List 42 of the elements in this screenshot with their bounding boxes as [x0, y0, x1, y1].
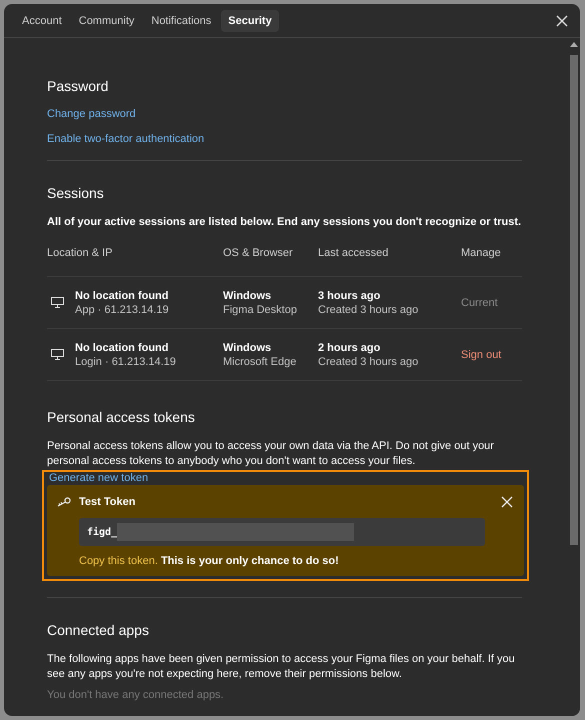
close-icon[interactable]	[500, 495, 514, 509]
section-heading: Password	[47, 78, 110, 94]
tab[interactable]: Notifications	[144, 10, 218, 32]
source-text: Login · 61.213.14.19	[75, 356, 176, 368]
monitor-icon	[51, 297, 64, 308]
last-accessed-text: 2 hours ago	[318, 342, 382, 354]
scroll-up-icon[interactable]	[570, 42, 578, 47]
created-text: Created 3 hours ago	[318, 304, 420, 316]
key-icon	[57, 497, 71, 507]
os-text: Windows	[223, 342, 272, 354]
section-heading: Connected apps	[47, 622, 150, 638]
column-header: Location & IP	[47, 247, 114, 259]
browser-text: Figma Desktop	[223, 304, 298, 316]
link[interactable]: Change password	[47, 108, 136, 120]
source-text: App · 61.213.14.19	[75, 304, 169, 316]
scrollbar-thumb[interactable]	[570, 55, 578, 545]
token-name: Test Token	[79, 496, 136, 508]
token-field[interactable]: figd_	[79, 518, 485, 546]
description: Personal access tokens allow you to access your own data via the API. Do not give out your personal access tokens to anybody who you don't want to access your files.	[47, 439, 495, 469]
location-text: No location found	[75, 342, 170, 354]
warning-text: Copy this token. This is your only chance to do so!	[79, 555, 340, 567]
current-label: Current	[461, 296, 498, 308]
browser-text: Microsoft Edge	[223, 356, 298, 368]
monitor-icon	[51, 349, 64, 360]
link[interactable]: Enable two-factor authentication	[47, 133, 204, 145]
column-header: OS & Browser	[223, 247, 294, 259]
description: The following apps have been given permission to access your Figma files on your behalf. If you see any apps you're not expecting here, remove their permissions below.	[47, 652, 516, 682]
generate-token-link[interactable]: Generate new token	[49, 472, 148, 484]
location-text: No location found	[75, 290, 169, 302]
tab[interactable]: Account	[15, 10, 69, 32]
empty-message: You don't have any connected apps.	[47, 689, 225, 701]
tab[interactable]: Community	[72, 10, 142, 32]
section-heading: Sessions	[47, 185, 105, 201]
last-accessed-text: 3 hours ago	[318, 290, 382, 302]
created-text: Created 3 hours ago	[318, 356, 420, 368]
section-heading: Personal access tokens	[47, 409, 196, 425]
tab[interactable]: Security	[221, 10, 279, 32]
description: All of your active sessions are listed below. End any sessions you don't recognize or trust.	[47, 215, 522, 230]
column-header: Manage	[461, 247, 502, 259]
sign-out-button[interactable]: Sign out	[461, 348, 502, 360]
os-text: Windows	[223, 290, 272, 302]
column-header: Last accessed	[318, 247, 390, 259]
